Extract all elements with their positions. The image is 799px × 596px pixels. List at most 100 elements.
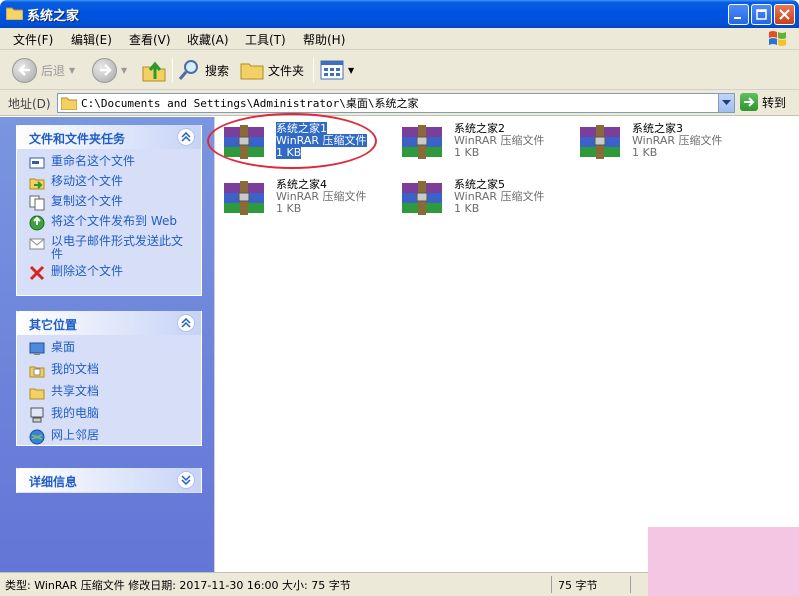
folders-icon (240, 63, 264, 80)
copy-file-task[interactable]: 复制这个文件 (29, 195, 191, 211)
my-documents-icon (29, 366, 45, 378)
menu-view[interactable]: 查看(V) (129, 31, 171, 48)
maximize-button[interactable] (751, 4, 772, 25)
back-arrow-icon (12, 57, 37, 83)
other-places-header[interactable]: 其它位置 (17, 311, 201, 335)
highlight-annotation (207, 113, 377, 169)
minimize-button[interactable] (728, 4, 749, 25)
winrar-archive-icon (580, 125, 620, 159)
place-label: 我的文档 (51, 362, 100, 376)
window-title: 系统之家 (27, 9, 80, 24)
place-my-computer[interactable]: 我的电脑 (29, 407, 191, 423)
address-dropdown-button[interactable] (718, 94, 734, 112)
folder-icon (6, 7, 23, 20)
details-title: 详细信息 (29, 475, 78, 489)
go-arrow-icon (740, 93, 758, 111)
desktop-icon (29, 342, 45, 355)
menu-file[interactable]: 文件(F) (13, 31, 53, 48)
envelope-icon (29, 238, 45, 250)
address-label: 地址(D) (8, 97, 51, 111)
computer-icon (30, 407, 44, 423)
folders-label: 文件夹 (268, 63, 305, 78)
winrar-archive-icon (224, 181, 264, 215)
expand-icon[interactable] (177, 471, 195, 489)
address-bar: 地址(D) C:\Documents and Settings\Administ… (0, 90, 799, 116)
folder-icon (61, 97, 77, 110)
close-button[interactable] (774, 4, 795, 25)
forward-button[interactable]: ▼ (92, 56, 127, 84)
collapse-icon[interactable] (177, 128, 195, 146)
task-label: 将这个文件发布到 Web (51, 214, 177, 228)
place-shared-documents[interactable]: 共享文档 (29, 385, 191, 401)
forward-arrow-icon (92, 57, 117, 83)
menu-help[interactable]: 帮助(H) (303, 31, 345, 48)
title-bar: 系统之家 (0, 0, 799, 28)
place-network[interactable]: 网上邻居 (29, 429, 191, 445)
windows-logo-icon (769, 31, 786, 46)
status-size: 75 字节 (558, 579, 598, 592)
file-size: 1 KB (276, 202, 302, 215)
place-label: 共享文档 (51, 384, 100, 398)
search-button[interactable]: 搜索 (177, 56, 229, 84)
delete-file-task[interactable]: 删除这个文件 (29, 265, 191, 281)
address-input[interactable]: C:\Documents and Settings\Administrator\… (57, 93, 735, 113)
file-size: 1 KB (454, 202, 480, 215)
rename-file-task[interactable]: 重命名这个文件 (29, 155, 191, 171)
place-label: 桌面 (51, 340, 76, 354)
place-desktop[interactable]: 桌面 (29, 341, 191, 357)
task-label: 复制这个文件 (51, 194, 124, 208)
file-item[interactable]: 系统之家5 WinRAR 压缩文件 1 KB (400, 179, 545, 219)
place-label: 网上邻居 (51, 428, 100, 442)
menu-edit[interactable]: 编辑(E) (71, 31, 112, 48)
other-places-panel: 其它位置 桌面 我的文档 共享文档 我的电脑 网上邻居 (16, 311, 202, 446)
back-label: 后退 (41, 63, 66, 78)
views-icon (320, 60, 344, 80)
up-folder-icon (142, 61, 166, 82)
email-file-task[interactable]: 以电子邮件形式发送此文件 (29, 235, 191, 261)
up-folder-button[interactable] (141, 56, 167, 84)
details-panel: 详细信息 (16, 468, 202, 493)
maximize-icon (756, 9, 767, 20)
menu-bar: 文件(F) 编辑(E) 查看(V) 收藏(A) 工具(T) 帮助(H) (0, 28, 799, 50)
toolbar: 后退 ▼ ▼ 搜索 文件夹 ▼ (0, 50, 799, 90)
details-header[interactable]: 详细信息 (17, 468, 201, 492)
file-item[interactable]: 系统之家2 WinRAR 压缩文件 1 KB (400, 123, 545, 163)
views-dropdown-icon: ▼ (348, 65, 355, 75)
file-tasks-header[interactable]: 文件和文件夹任务 (17, 125, 201, 149)
minimize-icon (734, 17, 741, 19)
place-my-documents[interactable]: 我的文档 (29, 363, 191, 379)
back-button[interactable]: 后退 ▼ (12, 56, 75, 84)
file-size: 1 KB (454, 146, 480, 159)
task-label: 以电子邮件形式发送此文件 (51, 234, 184, 261)
chevron-down-icon (722, 100, 731, 105)
back-dropdown-icon: ▼ (69, 65, 76, 75)
winrar-archive-icon (402, 181, 442, 215)
task-label: 移动这个文件 (51, 174, 124, 188)
rename-icon (29, 157, 45, 169)
file-size: 1 KB (632, 146, 658, 159)
shared-folder-icon (29, 388, 45, 400)
forward-dropdown-icon: ▼ (121, 65, 128, 75)
delete-x-icon (29, 265, 45, 281)
folders-button[interactable]: 文件夹 (240, 56, 304, 84)
winrar-archive-icon (402, 125, 442, 159)
file-item[interactable]: 系统之家3 WinRAR 压缩文件 1 KB (578, 123, 723, 163)
go-label: 转到 (762, 95, 787, 110)
move-file-task[interactable]: 移动这个文件 (29, 175, 191, 191)
go-button[interactable]: 转到 (740, 93, 786, 111)
menu-favorites[interactable]: 收藏(A) (187, 31, 229, 48)
menu-tools[interactable]: 工具(T) (245, 31, 286, 48)
views-button[interactable]: ▼ (320, 56, 354, 84)
file-item[interactable]: 系统之家4 WinRAR 压缩文件 1 KB (222, 179, 367, 219)
file-tasks-title: 文件和文件夹任务 (29, 132, 126, 146)
copy-icon (29, 195, 45, 211)
watermark-overlay (648, 527, 799, 596)
publish-web-task[interactable]: 将这个文件发布到 Web (29, 215, 191, 231)
place-label: 我的电脑 (51, 406, 100, 420)
close-icon (779, 9, 790, 20)
task-pane: 文件和文件夹任务 重命名这个文件 移动这个文件 复制这个文件 将这个文件发布到 … (0, 117, 214, 572)
collapse-icon[interactable] (177, 314, 195, 332)
task-label: 删除这个文件 (51, 264, 124, 278)
search-icon (178, 60, 198, 80)
network-icon (29, 429, 45, 445)
